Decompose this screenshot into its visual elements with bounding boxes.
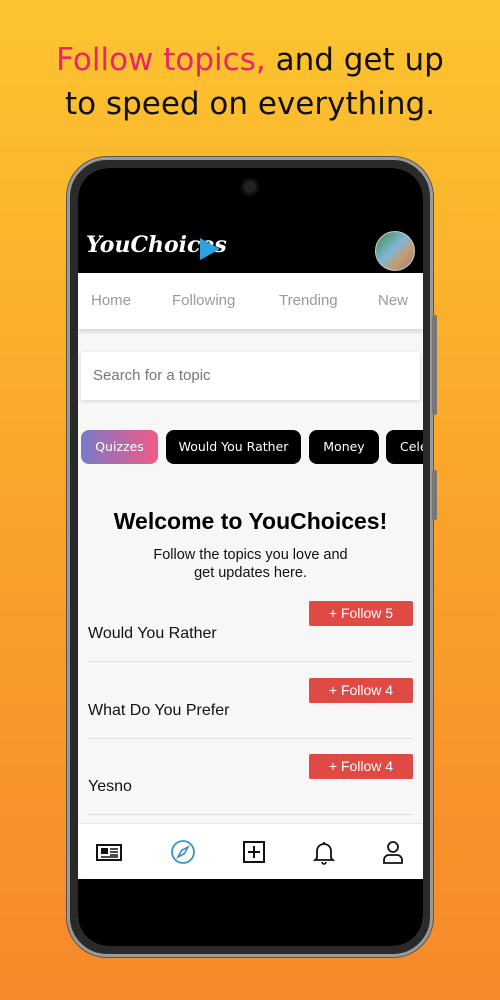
chip-celebrities[interactable]: Cele — [386, 430, 423, 464]
topic-name: Yesno — [88, 778, 132, 795]
chip-money[interactable]: Money — [309, 430, 379, 464]
headline-rest: and get up — [265, 42, 444, 78]
power-button — [432, 470, 437, 520]
search-input[interactable]: Search for a topic — [81, 352, 420, 400]
topic-row: Would You Rather + Follow 5 — [88, 585, 413, 662]
chip-quizzes[interactable]: Quizzes — [81, 430, 158, 464]
follow-button[interactable]: + Follow 5 — [309, 601, 413, 626]
topic-row: Yesno + Follow 4 — [88, 738, 413, 815]
subtitle-line: get updates here. — [194, 565, 307, 581]
welcome-title: Welcome to YouChoices! — [113, 508, 388, 534]
tab-bar: Home Following Trending New — [78, 273, 423, 329]
bell-icon[interactable] — [310, 838, 338, 866]
user-icon[interactable] — [379, 838, 407, 866]
add-square-icon[interactable] — [240, 838, 268, 866]
volume-button — [432, 315, 437, 415]
compass-icon[interactable] — [169, 838, 197, 866]
topic-row: What Do You Prefer + Follow 4 — [88, 662, 413, 739]
topic-name: Would You Rather — [88, 625, 217, 642]
tab-following[interactable]: Following — [172, 292, 235, 309]
bottom-nav — [78, 823, 423, 879]
headline-line2: to speed on everything. — [64, 86, 436, 122]
topic-name: What Do You Prefer — [88, 702, 230, 719]
follow-button[interactable]: + Follow 4 — [309, 754, 413, 779]
newspaper-icon[interactable] — [95, 838, 123, 866]
tab-trending[interactable]: Trending — [279, 292, 338, 309]
app-screen: YouChoices Home Following Trending New S… — [78, 168, 423, 946]
logo-arrow-icon — [200, 238, 220, 260]
tab-home[interactable]: Home — [91, 292, 131, 309]
headline-highlight: Follow topics, — [56, 42, 266, 78]
welcome-subtitle: Follow the topics you love and get update… — [78, 546, 423, 582]
subtitle-line: Follow the topics you love and — [153, 547, 348, 563]
app-header: YouChoices — [78, 168, 423, 273]
search-placeholder: Search for a topic — [93, 367, 211, 384]
tab-new[interactable]: New — [378, 292, 408, 309]
follow-button[interactable]: + Follow 4 — [309, 678, 413, 703]
system-bar — [78, 879, 423, 946]
avatar[interactable] — [375, 231, 415, 271]
chip-would-you-rather[interactable]: Would You Rather — [166, 430, 301, 464]
promo-headline: Follow topics, and get up to speed on ev… — [0, 38, 500, 126]
camera-icon — [241, 178, 259, 196]
